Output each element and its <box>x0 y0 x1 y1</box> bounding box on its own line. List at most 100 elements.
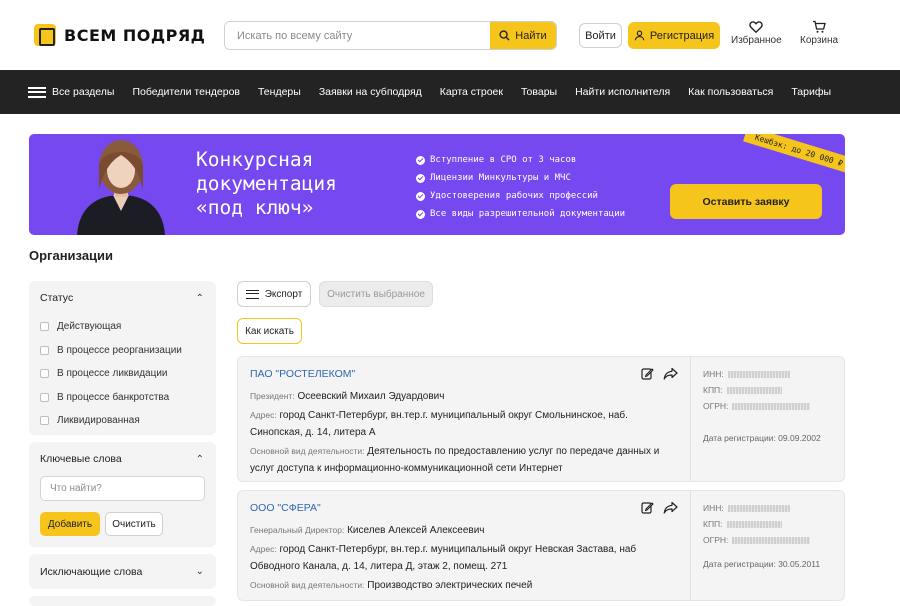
banner-title-line: документация <box>196 172 337 195</box>
nav-item-pricing[interactable]: Тарифы <box>791 86 831 98</box>
keywords-filter-title: Ключевые слова <box>40 453 122 465</box>
status-option[interactable]: В процессе ликвидации <box>29 362 216 386</box>
card-requisites: ИНН: КПП: ОГРН: Дата регистрации: 30.05.… <box>690 491 846 600</box>
list-icon <box>245 289 259 299</box>
cart-link[interactable]: Корзина <box>800 20 838 46</box>
head-label: Генеральный Директор: <box>250 525 345 535</box>
exclude-filter: Исключающие слова ⌄ <box>29 554 216 589</box>
nav-item-goods[interactable]: Товары <box>521 86 557 98</box>
checkbox[interactable] <box>40 369 49 379</box>
activity-label: Основной вид деятельности: <box>250 580 365 590</box>
status-option[interactable]: В процессе банкротства <box>29 386 216 410</box>
checkbox[interactable] <box>40 345 49 355</box>
menu-icon[interactable] <box>28 86 46 98</box>
inn-row: ИНН: <box>703 366 834 382</box>
masked-value <box>727 370 790 378</box>
logo-text: ВСЕМ ПОДРЯД <box>64 25 206 45</box>
card-address-line-2: Обводного Канала, д. 14, литера Д, этаж … <box>250 561 508 572</box>
chevron-up-icon[interactable]: ⌃ <box>196 293 204 304</box>
search-input[interactable] <box>225 22 490 49</box>
banner-title: Конкурсная документация «под ключ» <box>196 148 337 220</box>
next-filter-panel <box>29 596 216 606</box>
kpp-row: КПП: <box>703 516 834 532</box>
head-value: Осеевский Михаил Эдуардович <box>297 391 445 402</box>
chevron-down-icon[interactable]: ⌄ <box>196 566 204 577</box>
card-address-line-2: Синопская, д. 14, литера А <box>250 427 376 438</box>
kpp-label: КПП: <box>703 519 723 529</box>
keywords-input[interactable] <box>40 476 205 501</box>
address-value: город Санкт-Петербург, вн.тер.г. муницип… <box>279 544 637 555</box>
promo-banner[interactable]: Конкурсная документация «под ключ» Вступ… <box>29 134 845 235</box>
nav-item-tender-winners[interactable]: Победители тендеров <box>132 86 240 98</box>
status-filter-title: Статус <box>40 292 74 304</box>
organization-name-link[interactable]: ООО "СФЕРА" <box>250 502 678 514</box>
organization-name-link[interactable]: ПАО "РОСТЕЛЕКОМ" <box>250 368 678 380</box>
banner-feature: Вступление в СРО от 3 часов <box>416 151 625 169</box>
clear-keywords-button[interactable]: Очистить <box>105 512 163 536</box>
status-filter: Статус ⌃ Действующая В процессе реоргани… <box>29 281 216 435</box>
nav-item-find-contractor[interactable]: Найти исполнителя <box>575 86 670 98</box>
status-option[interactable]: Ликвидированная <box>29 409 216 433</box>
register-button[interactable]: Регистрация <box>628 22 720 49</box>
ogrn-label: ОГРН: <box>703 401 729 411</box>
main-nav: Все разделы Победители тендеров Тендеры … <box>0 70 900 114</box>
add-keyword-button[interactable]: Добавить <box>40 512 100 536</box>
kpp-row: КПП: <box>703 382 834 398</box>
check-icon <box>416 173 425 183</box>
status-option-label: Ликвидированная <box>57 415 140 427</box>
clear-selected-button[interactable]: Очистить выбранное <box>319 281 433 307</box>
banner-title-line: Конкурсная <box>196 148 314 171</box>
masked-value <box>727 504 790 512</box>
organization-card: ПАО "РОСТЕЛЕКОМ" Президент: Осеевский Ми… <box>237 356 845 482</box>
checkbox[interactable] <box>40 322 49 332</box>
heart-icon <box>749 21 764 34</box>
banner-feature-label: Все виды разрешительной документации <box>430 209 626 219</box>
inn-row: ИНН: <box>703 500 834 516</box>
chevron-up-icon[interactable]: ⌃ <box>196 454 204 465</box>
banner-person-photo <box>77 140 165 235</box>
banner-feature: Удостоверения рабочих профессий <box>416 187 625 205</box>
card-head-line: Президент: Осеевский Михаил Эдуардович <box>250 388 678 405</box>
page-title: Организации <box>29 248 114 263</box>
status-option[interactable]: В процессе реорганизации <box>29 339 216 363</box>
user-icon <box>634 30 645 41</box>
organization-card: ООО "СФЕРА" Генеральный Директор: Киселе… <box>237 490 845 601</box>
activity-value: Деятельность по предоставлению услуг по … <box>367 446 660 457</box>
edit-note-icon[interactable] <box>641 367 654 380</box>
banner-feature-label: Удостоверения рабочих профессий <box>430 191 598 201</box>
check-icon <box>416 191 425 201</box>
export-button[interactable]: Экспорт <box>237 281 311 307</box>
card-main: ООО "СФЕРА" Генеральный Директор: Киселе… <box>238 491 690 600</box>
site-logo[interactable]: ВСЕМ ПОДРЯД <box>34 24 205 46</box>
favorites-label: Избранное <box>731 35 782 46</box>
checkbox[interactable] <box>40 416 49 426</box>
favorites-link[interactable]: Избранное <box>731 20 782 46</box>
status-filter-header[interactable]: Статус ⌃ <box>29 281 216 315</box>
status-option[interactable]: Действующая <box>29 315 216 339</box>
how-to-search-button[interactable]: Как искать <box>237 318 302 344</box>
cashback-ribbon: Кешбэк: до 20 000 ₽ <box>743 134 845 175</box>
nav-item-all-sections[interactable]: Все разделы <box>52 86 114 98</box>
register-button-label: Регистрация <box>649 29 715 42</box>
search-button[interactable]: Найти <box>490 22 556 49</box>
activity-value: Производство электрических печей <box>367 580 533 591</box>
masked-value <box>732 536 811 544</box>
card-actions <box>641 501 678 514</box>
check-icon <box>416 155 425 165</box>
exclude-filter-header[interactable]: Исключающие слова ⌄ <box>29 554 216 589</box>
nav-item-how-to-use[interactable]: Как пользоваться <box>688 86 773 98</box>
banner-request-button[interactable]: Оставить заявку <box>670 184 822 219</box>
nav-item-tenders[interactable]: Тендеры <box>258 86 301 98</box>
cart-icon <box>813 20 826 33</box>
nav-item-subcontract-requests[interactable]: Заявки на субподряд <box>319 86 422 98</box>
nav-item-construction-map[interactable]: Карта строек <box>440 86 503 98</box>
keywords-filter-header[interactable]: Ключевые слова ⌃ <box>29 442 216 476</box>
edit-note-icon[interactable] <box>641 501 654 514</box>
share-icon[interactable] <box>663 367 678 380</box>
masked-value <box>726 386 782 394</box>
login-button[interactable]: Войти <box>579 23 622 48</box>
share-icon[interactable] <box>663 501 678 514</box>
card-activity-line: Основной вид деятельности: Деятельность … <box>250 443 678 460</box>
head-label: Президент: <box>250 391 295 401</box>
checkbox[interactable] <box>40 392 49 402</box>
